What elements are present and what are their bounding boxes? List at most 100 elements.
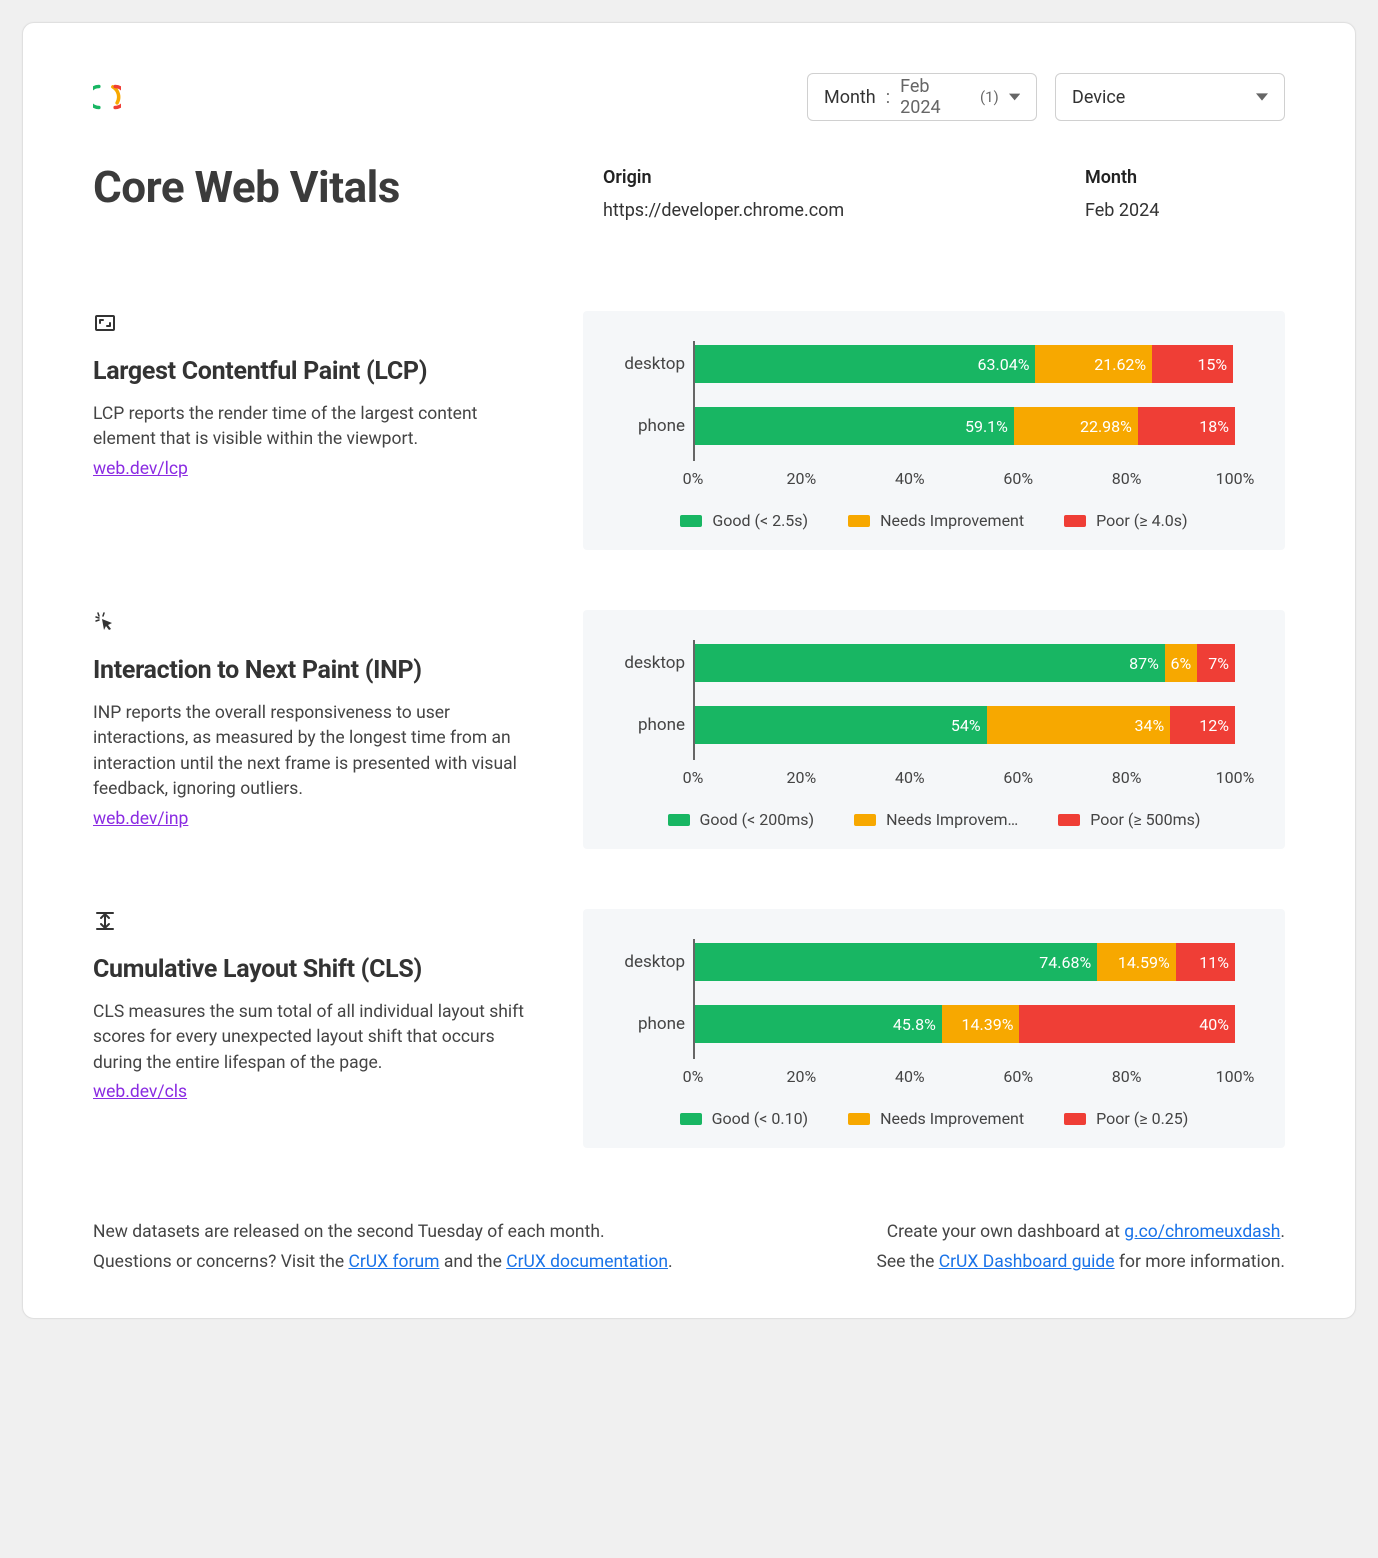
bar-seg-ni: 6% [1165,644,1197,682]
bar-seg-ni: 22.98% [1014,407,1138,445]
bar-row-label: desktop [611,653,685,673]
metric-desc: INP reports the overall responsiveness t… [93,701,543,803]
bar-row: desktop87%6%7% [695,640,1235,686]
bar-seg-ni: 21.62% [1035,345,1152,383]
month-filter-count: (1) [980,88,999,106]
axis-tick: 20% [787,1067,817,1086]
bar-seg-ni: 34% [987,706,1171,744]
axis-tick: 0% [683,1067,704,1086]
axis-tick: 40% [895,469,925,488]
bar-seg-poor: 18% [1138,407,1235,445]
axis-tick: 80% [1112,1067,1142,1086]
bar-seg-ni: 14.59% [1097,943,1176,981]
bar-row-label: desktop [611,952,685,972]
origin-value: https://developer.chrome.com [603,200,1045,221]
bar-seg-poor: 15% [1152,345,1233,383]
month-label: Month [1085,167,1285,188]
bar-seg-poor: 40% [1019,1005,1235,1043]
bar-seg-good: 87% [695,644,1165,682]
device-filter-label: Device [1072,87,1125,108]
legend-label: Poor (≥ 0.25) [1096,1109,1188,1128]
footer-right: Create your own dashboard at g.co/chrome… [876,1218,1285,1278]
chart-lcp: desktop63.04%21.62%15%phone59.1%22.98%18… [583,311,1285,550]
chart-cls: desktop74.68%14.59%11%phone45.8%14.39%40… [583,909,1285,1148]
metric-lcp: Largest Contentful Paint (LCP)LCP report… [93,311,1285,550]
dashboard-guide-link[interactable]: CrUX Dashboard guide [939,1252,1115,1272]
bar-seg-good: 59.1% [695,407,1014,445]
legend-item-poor: Poor (≥ 4.0s) [1064,511,1187,530]
metric-desc: CLS measures the sum total of all indivi… [93,1000,543,1076]
legend-swatch [1064,1113,1086,1125]
legend-label: Good (< 200ms) [700,810,815,829]
chromeuxdash-link[interactable]: g.co/chromeuxdash [1124,1222,1280,1242]
bar-row-label: phone [611,715,685,735]
cursor-click-icon [93,610,543,638]
legend-item-good: Good (< 200ms) [668,810,815,829]
metric-title: Cumulative Layout Shift (CLS) [93,955,543,984]
crux-forum-link[interactable]: CrUX forum [348,1252,439,1272]
chart-legend: Good (< 200ms) Needs Improvem… Poor (≥ 500… [613,810,1255,829]
footer-left: New datasets are released on the second … [93,1218,673,1278]
metric-cls: Cumulative Layout Shift (CLS) CLS measure… [93,909,1285,1148]
axis-tick: 60% [1003,768,1033,787]
axis-tick: 0% [683,768,704,787]
doc-link-cls[interactable]: web.dev/cls [93,1082,187,1102]
bar-seg-good: 45.8% [695,1005,942,1043]
page-title: Core Web Vitals [93,161,563,213]
legend-swatch [680,515,702,527]
bar-row-label: phone [611,416,685,436]
legend-swatch [680,1113,702,1125]
chart-legend: Good (< 2.5s) Needs Improvement Poor (≥ 4.… [613,511,1255,530]
legend-swatch [848,515,870,527]
chevron-down-icon [1009,91,1020,103]
axis-tick: 40% [895,1067,925,1086]
month-filter[interactable]: Month: Feb 2024 (1) [807,73,1037,121]
bar-row-label: phone [611,1014,685,1034]
axis-tick: 0% [683,469,704,488]
crux-docs-link[interactable]: CrUX documentation [506,1252,668,1272]
metric-desc: LCP reports the render time of the large… [93,402,543,453]
bar-seg-good: 74.68% [695,943,1097,981]
legend-label: Needs Improvem… [886,810,1018,829]
legend-label: Poor (≥ 4.0s) [1096,511,1187,530]
axis-tick: 100% [1216,469,1255,488]
aspect-ratio-icon [93,311,543,339]
device-filter[interactable]: Device [1055,73,1285,121]
legend-label: Good (< 2.5s) [712,511,808,530]
month-filter-value: Feb 2024 [900,76,970,118]
legend-label: Poor (≥ 500ms) [1090,810,1200,829]
bar-row: phone54%34%12% [695,702,1235,748]
logo-icon [93,83,121,111]
chart-inp: desktop87%6%7%phone54%34%12%0%20%40%60%8… [583,610,1285,849]
bar-seg-ni: 14.39% [942,1005,1020,1043]
axis-tick: 20% [787,469,817,488]
legend-swatch [1064,515,1086,527]
month-filter-label: Month [824,87,876,108]
bar-row: desktop63.04%21.62%15% [695,341,1235,387]
bar-seg-good: 63.04% [695,345,1035,383]
legend-swatch [1058,814,1080,826]
legend-swatch [848,1113,870,1125]
layout-shift-icon [93,909,543,937]
bar-row: phone45.8%14.39%40% [695,1001,1235,1047]
legend-item-poor: Poor (≥ 500ms) [1058,810,1200,829]
bar-seg-good: 54% [695,706,987,744]
legend-swatch [854,814,876,826]
axis-tick: 80% [1112,469,1142,488]
bar-seg-poor: 7% [1197,644,1235,682]
month-value: Feb 2024 [1085,200,1285,221]
legend-item-ni: Needs Improvement [848,1109,1024,1128]
axis-tick: 40% [895,768,925,787]
legend-item-ni: Needs Improvement [848,511,1024,530]
legend-swatch [668,814,690,826]
doc-link-inp[interactable]: web.dev/inp [93,809,188,829]
axis-tick: 80% [1112,768,1142,787]
origin-label: Origin [603,167,1045,188]
axis-tick: 100% [1216,768,1255,787]
bar-seg-poor: 12% [1170,706,1235,744]
bar-row: phone59.1%22.98%18% [695,403,1235,449]
bar-row: desktop74.68%14.59%11% [695,939,1235,985]
axis-tick: 60% [1003,1067,1033,1086]
doc-link-lcp[interactable]: web.dev/lcp [93,459,188,479]
legend-item-ni: Needs Improvem… [854,810,1018,829]
